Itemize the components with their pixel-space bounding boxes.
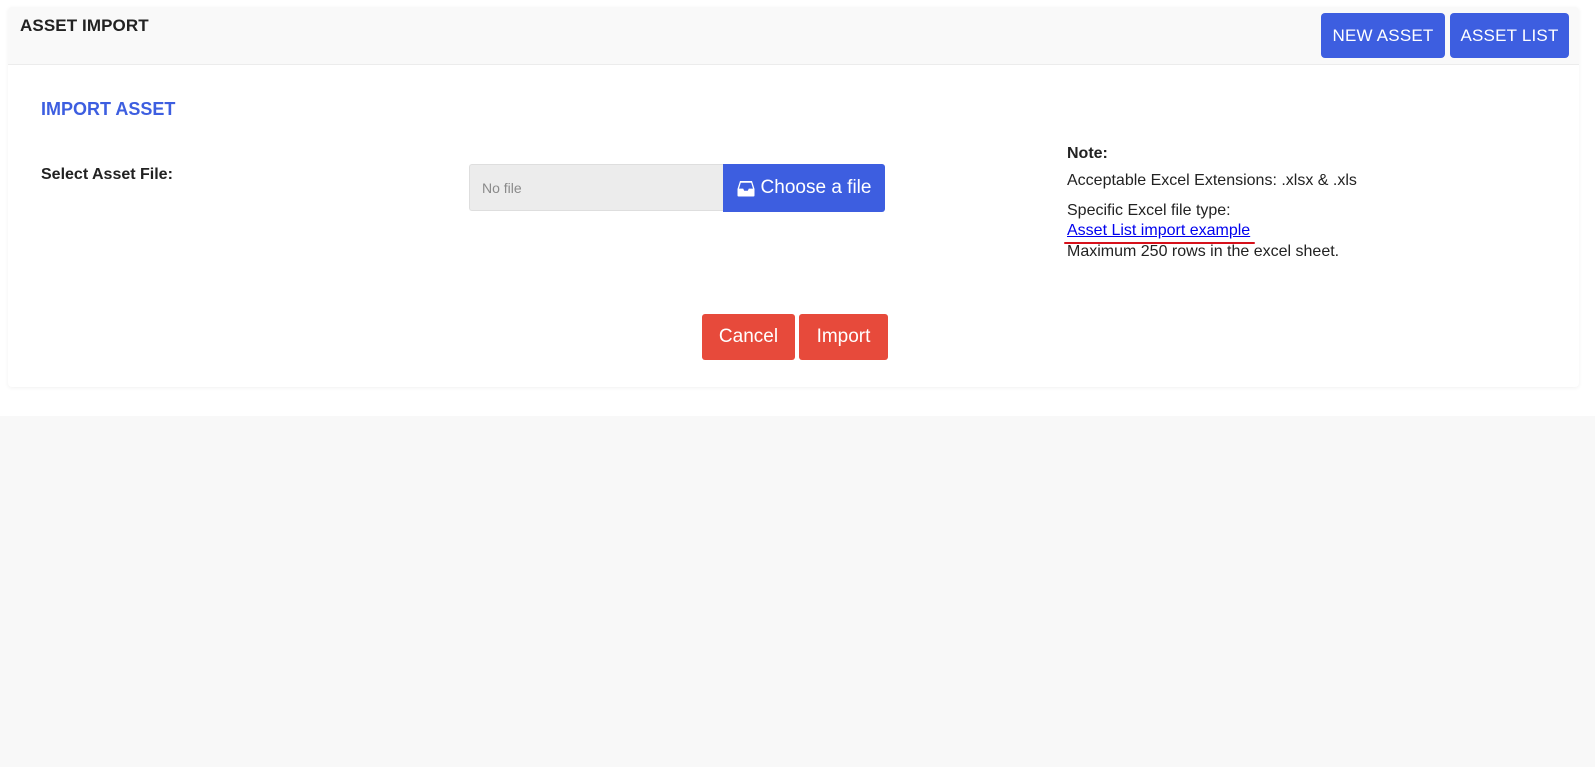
- new-asset-button[interactable]: NEW ASSET: [1321, 13, 1445, 58]
- card-header: ASSET IMPORT NEW ASSET ASSET LIST: [8, 7, 1579, 65]
- import-example-link[interactable]: Asset List import example: [1063, 222, 1256, 244]
- note-max-rows: Maximum 250 rows in the excel sheet.: [1067, 243, 1340, 260]
- note-block: Note: Acceptable Excel Extensions: .xlsx…: [1063, 145, 1547, 261]
- choose-file-label: Choose a file: [760, 177, 872, 198]
- note-title: Note:: [1067, 145, 1108, 162]
- section-title: IMPORT ASSET: [41, 99, 176, 119]
- import-button[interactable]: Import: [799, 314, 888, 360]
- choose-file-button[interactable]: Choose a file: [723, 164, 885, 212]
- note-extensions: Acceptable Excel Extensions: .xlsx & .xl…: [1067, 172, 1357, 189]
- asset-list-button[interactable]: ASSET LIST: [1450, 13, 1569, 58]
- import-card: ASSET IMPORT NEW ASSET ASSET LIST IMPORT…: [8, 7, 1579, 387]
- note-file-type: Specific Excel file type:: [1067, 202, 1231, 219]
- inbox-icon: [737, 180, 755, 197]
- select-file-label: Select Asset File:: [41, 166, 173, 183]
- page-title: ASSET IMPORT: [20, 16, 149, 35]
- file-name-display[interactable]: No file: [469, 164, 723, 211]
- cancel-button[interactable]: Cancel: [702, 314, 795, 360]
